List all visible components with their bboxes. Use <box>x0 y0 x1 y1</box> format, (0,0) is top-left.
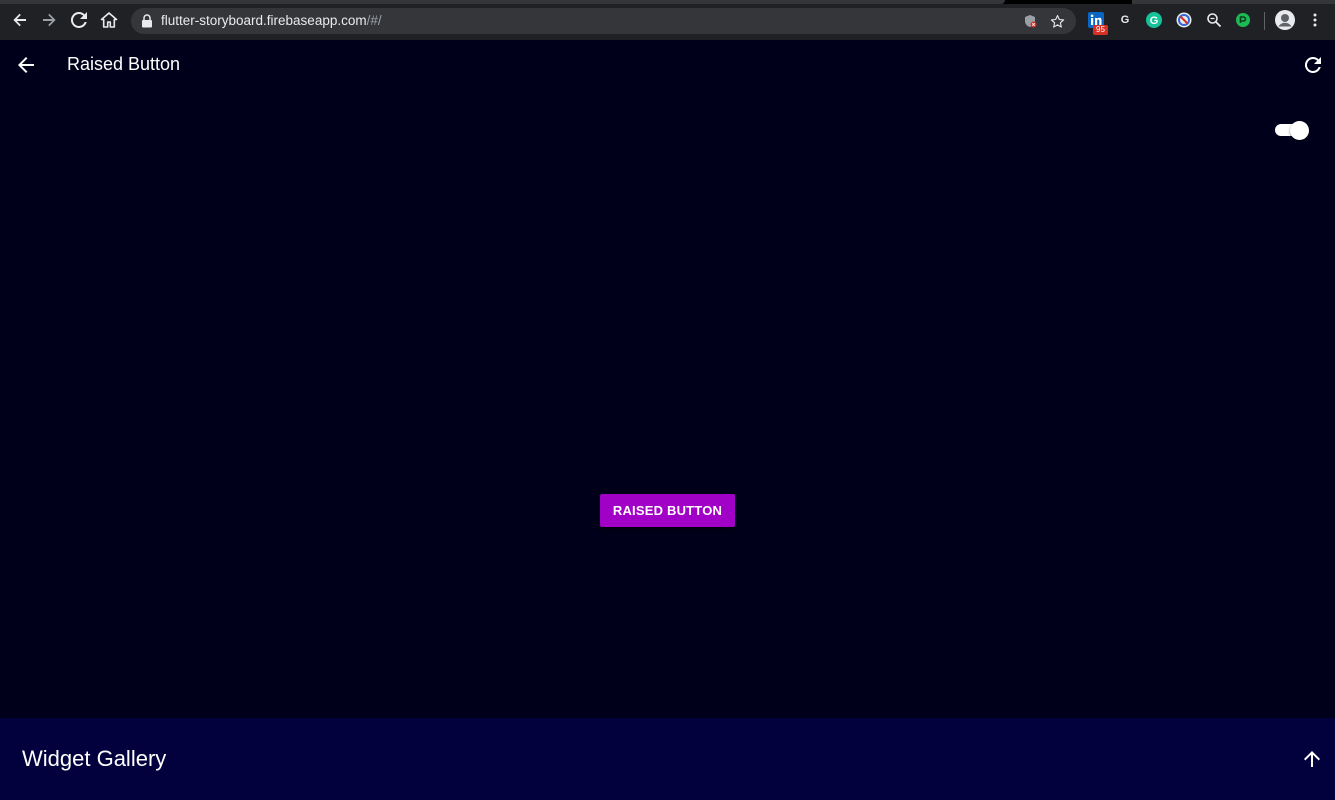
expand-gallery-button[interactable] <box>1300 747 1324 771</box>
browser-reload-button[interactable] <box>68 9 90 31</box>
address-url[interactable]: flutter-storyboard.firebaseapp.com/#/ <box>161 13 382 28</box>
extension-badge: 95 <box>1093 25 1108 35</box>
browser-forward-button[interactable] <box>38 9 60 31</box>
bookmark-star-icon[interactable] <box>1049 13 1065 29</box>
url-host: flutter-storyboard.firebaseapp.com <box>161 13 367 28</box>
back-button[interactable] <box>14 53 38 77</box>
app-bar: Raised Button <box>0 40 1335 90</box>
switch-thumb <box>1290 121 1309 140</box>
arrow-back-icon <box>18 57 34 73</box>
toolbar-separator <box>1264 12 1265 30</box>
url-path: /#/ <box>366 13 382 28</box>
raised-button[interactable]: RAISED BUTTON <box>600 494 735 527</box>
browser-back-button[interactable] <box>9 9 31 31</box>
tracker-blocked-icon[interactable] <box>1022 13 1038 29</box>
g-extension-icon[interactable]: G <box>1116 11 1134 29</box>
address-bar[interactable]: flutter-storyboard.firebaseapp.com/#/ <box>131 8 1076 34</box>
green-extension-icon[interactable] <box>1234 11 1252 29</box>
arrow-right-icon <box>43 13 56 27</box>
lock-icon <box>141 14 153 33</box>
home-icon <box>100 12 118 28</box>
zoom-extension-icon[interactable] <box>1205 11 1223 29</box>
widget-gallery-panel[interactable]: Widget Gallery <box>0 718 1335 800</box>
grammarly-letter: G <box>1150 15 1159 27</box>
profile-avatar[interactable] <box>1275 10 1295 30</box>
page-title: Raised Button <box>67 54 181 74</box>
circle-slash-extension-icon[interactable] <box>1175 11 1193 29</box>
widget-gallery-title: Widget Gallery <box>22 746 167 771</box>
refresh-icon <box>1304 56 1321 73</box>
refresh-button[interactable] <box>1301 53 1325 77</box>
arrow-up-icon <box>1304 751 1320 767</box>
theme-toggle-switch[interactable] <box>1275 121 1309 140</box>
arrow-left-icon <box>13 13 26 27</box>
browser-menu-icon[interactable] <box>1306 11 1324 29</box>
grammarly-icon[interactable]: G <box>1145 11 1163 29</box>
reload-icon <box>71 12 87 28</box>
browser-home-button[interactable] <box>98 9 120 31</box>
